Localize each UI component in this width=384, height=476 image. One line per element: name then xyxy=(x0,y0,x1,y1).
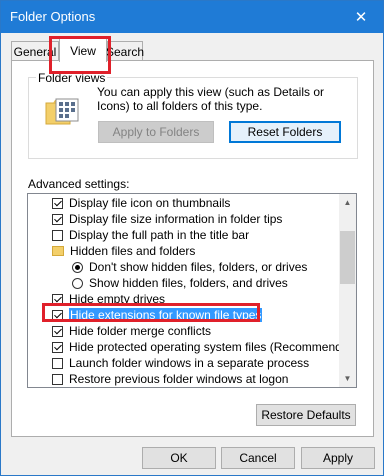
restore-defaults-button[interactable]: Restore Defaults xyxy=(256,404,356,426)
list-item[interactable]: Restore previous folder windows at logon xyxy=(52,370,289,387)
folder-options-window: Folder Options ✕ General View Search Fol… xyxy=(0,0,384,476)
folder-views-label: Folder views xyxy=(36,71,108,85)
reset-folders-button[interactable]: Reset Folders xyxy=(229,121,341,143)
folder-views-description: You can apply this view (such as Details… xyxy=(97,85,325,113)
checkbox-checked[interactable] xyxy=(52,309,63,321)
list-item-label: Hide empty drives xyxy=(69,292,166,306)
checkbox-checked[interactable] xyxy=(52,197,63,209)
apply-to-folders-button[interactable]: Apply to Folders xyxy=(98,121,214,143)
tab-general[interactable]: General xyxy=(11,41,59,61)
list-item-label: Restore previous folder windows at logon xyxy=(69,372,289,386)
scroll-down-icon[interactable]: ▼ xyxy=(339,370,356,387)
list-item-label: Hide folder merge conflicts xyxy=(69,324,212,338)
checkbox-checked[interactable] xyxy=(52,341,63,353)
close-icon[interactable]: ✕ xyxy=(339,1,383,33)
checkbox-unchecked[interactable] xyxy=(52,229,63,241)
apply-button[interactable]: Apply xyxy=(301,447,375,469)
checkbox-checked[interactable] xyxy=(52,293,63,305)
checkbox-unchecked[interactable] xyxy=(52,373,63,385)
list-item-label: Hidden files and folders xyxy=(70,244,196,258)
title-bar: Folder Options ✕ xyxy=(1,1,383,33)
checkbox-unchecked[interactable] xyxy=(52,357,63,369)
advanced-settings-list[interactable]: Display file icon on thumbnails Display … xyxy=(27,193,357,388)
tab-search-label: Search xyxy=(105,44,145,59)
ok-button[interactable]: OK xyxy=(142,447,216,469)
vertical-scrollbar[interactable]: ▲ ▼ xyxy=(339,194,356,387)
list-item-label: Don't show hidden files, folders, or dri… xyxy=(89,260,308,274)
cancel-button[interactable]: Cancel xyxy=(221,447,295,469)
list-item-label: Display file size information in folder … xyxy=(69,212,283,226)
list-item-label: Show hidden files, folders, and drives xyxy=(89,276,288,290)
tab-search[interactable]: Search xyxy=(105,41,145,61)
scroll-up-icon[interactable]: ▲ xyxy=(339,194,356,211)
radio-unselected[interactable] xyxy=(72,277,83,289)
folder-icon xyxy=(52,246,64,256)
folder-view-icon xyxy=(45,98,79,125)
radio-selected[interactable] xyxy=(72,261,83,273)
scroll-thumb[interactable] xyxy=(340,231,355,284)
list-item-label: Display the full path in the title bar xyxy=(69,228,250,242)
tab-view[interactable]: View xyxy=(59,38,107,62)
advanced-settings-label: Advanced settings: xyxy=(28,177,130,191)
checkbox-checked[interactable] xyxy=(52,325,63,337)
window-title: Folder Options xyxy=(10,9,96,24)
list-item-label: Hide extensions for known file types xyxy=(69,308,263,322)
list-item-label: Launch folder windows in a separate proc… xyxy=(69,356,310,370)
checkbox-checked[interactable] xyxy=(52,213,63,225)
list-item-label: Hide protected operating system files (R… xyxy=(69,340,357,354)
tab-view-label: View xyxy=(70,43,96,58)
list-item-label: Display file icon on thumbnails xyxy=(69,196,231,210)
tab-general-label: General xyxy=(13,44,57,59)
